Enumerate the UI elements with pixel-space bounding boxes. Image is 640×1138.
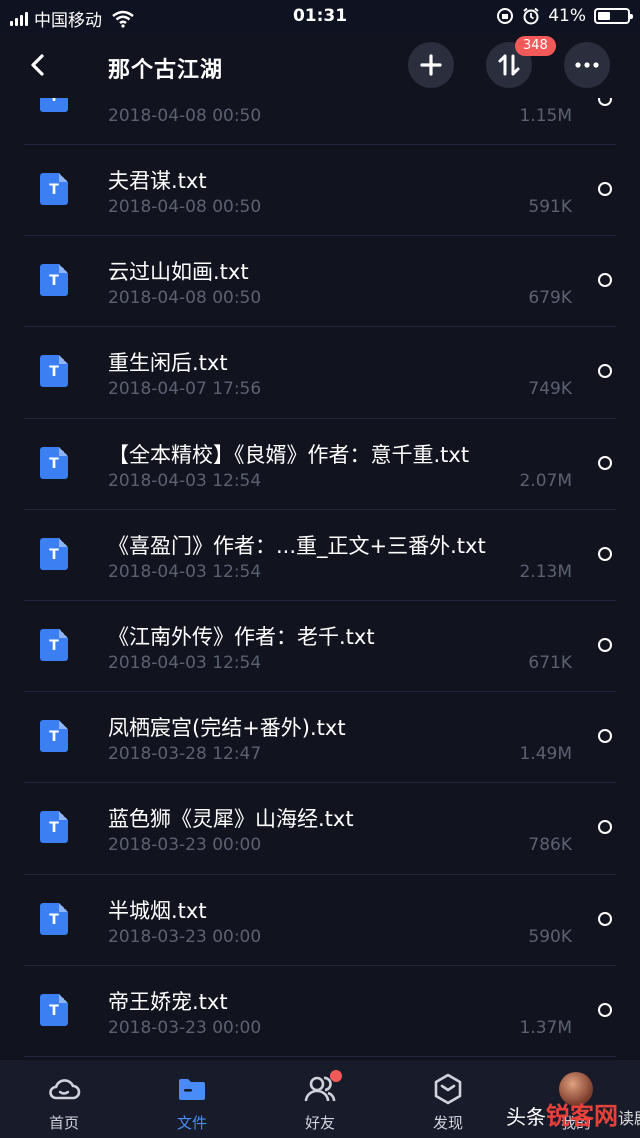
file-date: 2018-04-03 12:54 xyxy=(108,470,262,491)
file-date: 2018-04-08 00:50 xyxy=(108,197,262,217)
file-row[interactable]: T 云过山如画.txt 2018-04-08 00:50 679K xyxy=(24,236,616,328)
watermark: 头条锐客网读剧 xyxy=(506,1096,640,1131)
folder-icon xyxy=(179,1079,205,1100)
select-radio[interactable] xyxy=(598,1002,612,1017)
plus-icon xyxy=(420,54,442,76)
file-date: 2018-03-23 00:00 xyxy=(108,926,262,947)
more-button[interactable] xyxy=(564,42,610,88)
txt-file-icon: T xyxy=(40,446,68,479)
page-title: 那个古江湖 xyxy=(108,58,224,83)
file-size: 590K xyxy=(528,926,572,947)
select-radio[interactable] xyxy=(598,820,612,835)
file-row[interactable]: T 蓝色狮《灵犀》山海经.txt 2018-03-23 00:00 786K xyxy=(24,783,616,875)
txt-file-icon: T xyxy=(40,628,68,661)
file-size: 1.49M xyxy=(519,744,572,765)
file-size: 679K xyxy=(528,288,572,309)
select-radio[interactable] xyxy=(598,729,612,744)
transfer-count-badge: 348 xyxy=(515,36,556,56)
watermark-prefix: 头条 xyxy=(506,1105,546,1129)
file-date: 2018-04-03 12:54 xyxy=(108,652,262,673)
watermark-brand: 锐客网 xyxy=(546,1102,618,1130)
file-size: 786K xyxy=(528,835,572,856)
file-date: 2018-03-23 00:00 xyxy=(108,835,262,856)
file-name: 重生闲后.txt xyxy=(108,351,228,376)
file-size: 749K xyxy=(528,379,572,400)
status-bar: 中国移动 01:31 41% xyxy=(0,0,640,34)
file-date: 2018-04-08 00:50 xyxy=(108,288,262,309)
file-name: 《江南外传》作者：老千.txt xyxy=(108,624,375,649)
file-row[interactable]: T 半城烟.txt 2018-03-23 00:00 590K xyxy=(24,875,616,966)
file-size: 591K xyxy=(528,197,572,217)
select-radio[interactable] xyxy=(598,911,612,926)
notification-dot xyxy=(330,1070,342,1082)
file-name: 凤栖宸宫(完结+番外).txt xyxy=(108,716,346,741)
tab-home[interactable]: 首页 xyxy=(0,1060,128,1138)
file-name: 【全本精校】《良婿》作者：意千重.txt xyxy=(108,442,470,467)
txt-file-icon: T xyxy=(40,811,68,844)
file-name: 《喜盈门》作者：...重_正文+三番外.txt xyxy=(108,533,486,558)
file-size: 2.13M xyxy=(519,561,572,582)
txt-file-icon: T xyxy=(40,720,68,753)
select-radio[interactable] xyxy=(598,273,612,288)
file-name: 云过山如画.txt xyxy=(108,260,249,285)
file-date: 2018-03-23 00:00 xyxy=(108,1017,262,1038)
file-date: 2018-04-03 12:54 xyxy=(108,561,262,582)
select-radio[interactable] xyxy=(598,364,612,379)
back-icon[interactable] xyxy=(22,48,56,82)
txt-file-icon: T xyxy=(40,902,68,935)
file-row[interactable]: T 夫君谋.txt 2018-04-08 00:50 591K xyxy=(24,145,616,237)
txt-file-icon: T xyxy=(40,993,68,1026)
watermark-suffix: 读剧 xyxy=(618,1109,640,1128)
select-radio[interactable] xyxy=(598,546,612,561)
discover-icon xyxy=(434,1073,462,1105)
file-date: 2018-04-08 00:50 xyxy=(108,106,262,126)
tab-discover[interactable]: 发现 xyxy=(384,1060,512,1138)
file-row[interactable]: T 【全本精校】《良婿》作者：意千重.txt 2018-04-03 12:54 … xyxy=(24,419,616,510)
file-size: 1.15M xyxy=(519,106,572,126)
file-row[interactable]: T 帝王娇宠.txt 2018-03-23 00:00 1.37M xyxy=(24,966,616,1057)
select-radio[interactable] xyxy=(598,637,612,652)
tab-label: 好友 xyxy=(304,1114,335,1132)
file-size: 671K xyxy=(528,652,572,673)
select-radio[interactable] xyxy=(598,455,612,470)
alarm-icon xyxy=(523,7,539,25)
file-name: 蓝色狮《灵犀》山海经.txt xyxy=(108,807,354,832)
file-name: 半城烟.txt xyxy=(108,898,207,923)
txt-file-icon: T xyxy=(40,355,68,388)
file-name: 帝王娇宠.txt xyxy=(108,989,228,1014)
add-button[interactable] xyxy=(408,42,454,88)
tab-label: 文件 xyxy=(176,1114,207,1132)
tab-label: 首页 xyxy=(48,1114,79,1132)
tab-files[interactable]: 文件 xyxy=(128,1060,256,1138)
file-size: 2.07M xyxy=(519,470,572,491)
battery-percent: 41% xyxy=(548,6,586,26)
header: 那个古江湖 348 xyxy=(0,34,640,98)
more-icon xyxy=(575,62,599,68)
file-date: 2018-03-28 12:47 xyxy=(108,744,262,765)
cloud-icon xyxy=(49,1079,81,1100)
file-row[interactable]: T 重生闲后.txt 2018-04-07 17:56 749K xyxy=(24,327,616,419)
txt-file-icon: T xyxy=(40,173,68,205)
transfer-icon xyxy=(498,54,520,76)
file-list: T 2018-04-08 00:50 1.15M T 夫君谋.txt 2018-… xyxy=(0,86,640,1060)
file-date: 2018-04-07 17:56 xyxy=(108,379,262,400)
select-radio[interactable] xyxy=(598,182,612,196)
txt-file-icon: T xyxy=(40,537,68,570)
rotation-lock-icon xyxy=(497,8,514,24)
file-size: 1.37M xyxy=(519,1017,572,1038)
file-row[interactable]: T 《江南外传》作者：老千.txt 2018-04-03 12:54 671K xyxy=(24,601,616,693)
tab-label: 发现 xyxy=(432,1114,463,1132)
tab-friends[interactable]: 好友 xyxy=(256,1060,384,1138)
file-row[interactable]: T 《喜盈门》作者：...重_正文+三番外.txt 2018-04-03 12:… xyxy=(24,510,616,601)
battery-icon xyxy=(594,8,633,24)
file-name: 夫君谋.txt xyxy=(108,169,207,193)
file-row[interactable]: T 凤栖宸宫(完结+番外).txt 2018-03-28 12:47 1.49M xyxy=(24,692,616,784)
txt-file-icon: T xyxy=(40,264,68,297)
